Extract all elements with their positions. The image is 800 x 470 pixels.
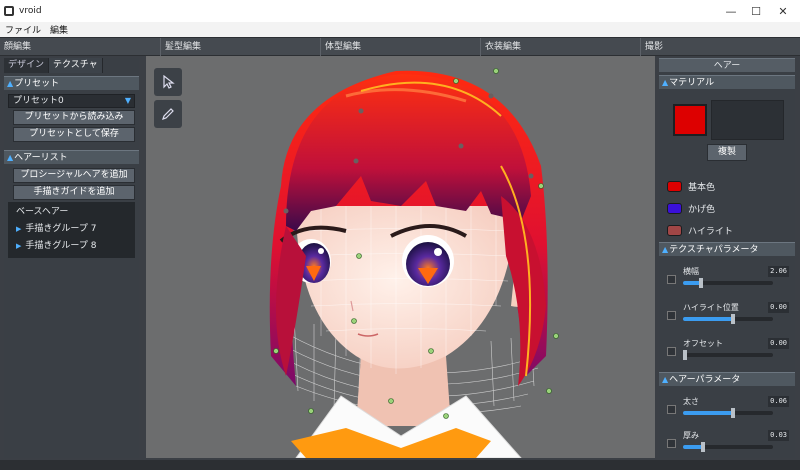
select-cursor-icon — [163, 75, 175, 89]
window-title: vroid — [19, 6, 42, 16]
menu-file[interactable]: ファイル — [5, 23, 41, 36]
right-panel: ヘアー ▲マテリアル 複製 基本色 かげ色 ハイライト ▲テクスチャパラメータ … — [659, 58, 795, 458]
character-render — [269, 68, 559, 458]
param-checkbox[interactable] — [667, 439, 676, 448]
tab-face-edit[interactable]: 顔編集 — [0, 38, 160, 56]
param-checkbox[interactable] — [667, 347, 676, 356]
app-icon — [4, 6, 14, 16]
param-highlight-position: ハイライト位置 0.00 — [667, 302, 789, 328]
select-cursor-tool[interactable] — [154, 68, 182, 96]
title-bar: vroid — [0, 0, 800, 22]
param-slider[interactable] — [683, 350, 773, 360]
list-item[interactable]: ▶ 手描きグループ 8 — [8, 238, 135, 255]
param-width: 横幅 2.06 — [667, 266, 789, 292]
param-value[interactable]: 2.06 — [768, 266, 789, 277]
param-value[interactable]: 0.00 — [768, 302, 789, 313]
param-thickness: 太さ 0.06 — [667, 396, 789, 422]
param-checkbox[interactable] — [667, 311, 676, 320]
param-slider[interactable] — [683, 314, 773, 324]
subtab-texture[interactable]: テクスチャ — [49, 58, 103, 73]
copy-button[interactable]: 複製 — [707, 144, 747, 161]
param-value[interactable]: 0.00 — [768, 338, 789, 349]
preset-section-header[interactable]: ▲プリセット — [4, 76, 139, 90]
preset-dropdown[interactable]: プリセット0 ▼ — [8, 94, 135, 108]
tab-hair-edit[interactable]: 髪型編集 — [160, 38, 320, 56]
add-guide-button[interactable]: 手描きガイドを追加 — [13, 185, 135, 200]
status-bar — [0, 460, 800, 470]
tab-body-edit[interactable]: 体型編集 — [320, 38, 480, 56]
pen-icon — [162, 108, 174, 120]
3d-viewport[interactable] — [146, 56, 655, 458]
param-value[interactable]: 0.03 — [768, 430, 789, 441]
menu-edit[interactable]: 編集 — [50, 23, 68, 36]
tab-outfit-edit[interactable]: 衣装編集 — [480, 38, 640, 56]
expand-triangle-icon[interactable]: ▶ — [16, 242, 21, 250]
menu-bar: ファイル 編集 — [0, 22, 800, 37]
base-color-chip[interactable] — [667, 180, 682, 192]
collapse-triangle-icon: ▲ — [662, 245, 669, 254]
collapse-triangle-icon: ▲ — [7, 79, 14, 88]
left-panel: デザイン テクスチャ ▲プリセット プリセット0 ▼ プリセットから読み込み プ… — [4, 58, 139, 458]
dropdown-arrow-icon: ▼ — [124, 96, 131, 105]
maximize-button[interactable]: ☐ — [741, 0, 771, 22]
subtab-design[interactable]: デザイン — [4, 58, 50, 73]
collapse-triangle-icon: ▲ — [662, 375, 669, 384]
pen-tool[interactable] — [154, 100, 182, 128]
hair-params-header[interactable]: ▲ヘアーパラメータ — [659, 372, 795, 386]
base-color-row[interactable]: 基本色 — [667, 179, 715, 193]
hair-list: ベースヘアー ▶ 手描きグループ 7 ▶ 手描きグループ 8 — [8, 202, 135, 258]
expand-triangle-icon[interactable]: ▶ — [16, 225, 21, 233]
texture-params-header[interactable]: ▲テクスチャパラメータ — [659, 242, 795, 256]
add-procedural-hair-button[interactable]: プロシージャルヘアを追加 — [13, 168, 135, 183]
collapse-triangle-icon: ▲ — [662, 78, 669, 87]
highlight-color-row[interactable]: ハイライト — [667, 223, 733, 237]
collapse-triangle-icon: ▲ — [7, 153, 14, 162]
tab-photo[interactable]: 撮影 — [640, 38, 800, 56]
material-section-header[interactable]: ▲マテリアル — [659, 75, 795, 89]
param-checkbox[interactable] — [667, 405, 676, 414]
list-item[interactable]: ▶ 手描きグループ 7 — [8, 221, 135, 238]
param-depth: 厚み 0.03 — [667, 430, 789, 456]
list-item[interactable]: ベースヘアー — [8, 204, 135, 221]
hairlist-section-header[interactable]: ▲ヘアーリスト — [4, 150, 139, 164]
param-value[interactable]: 0.06 — [768, 396, 789, 407]
material-preview-box — [711, 100, 784, 140]
shade-color-row[interactable]: かげ色 — [667, 201, 715, 215]
param-slider[interactable] — [683, 442, 773, 452]
load-preset-button[interactable]: プリセットから読み込み — [13, 110, 135, 125]
shade-color-chip[interactable] — [667, 202, 682, 214]
panel-title: ヘアー — [659, 58, 795, 72]
param-slider[interactable] — [683, 408, 773, 418]
param-slider[interactable] — [683, 278, 773, 288]
material-color-swatch[interactable] — [673, 104, 707, 136]
preset-selected: プリセット0 — [13, 96, 64, 106]
close-button[interactable]: ✕ — [768, 0, 798, 22]
param-checkbox[interactable] — [667, 275, 676, 284]
highlight-color-chip[interactable] — [667, 224, 682, 236]
save-preset-button[interactable]: プリセットとして保存 — [13, 127, 135, 142]
mode-tab-bar: 顔編集 髪型編集 体型編集 衣装編集 撮影 — [0, 37, 800, 56]
param-offset: オフセット 0.00 — [667, 338, 789, 364]
